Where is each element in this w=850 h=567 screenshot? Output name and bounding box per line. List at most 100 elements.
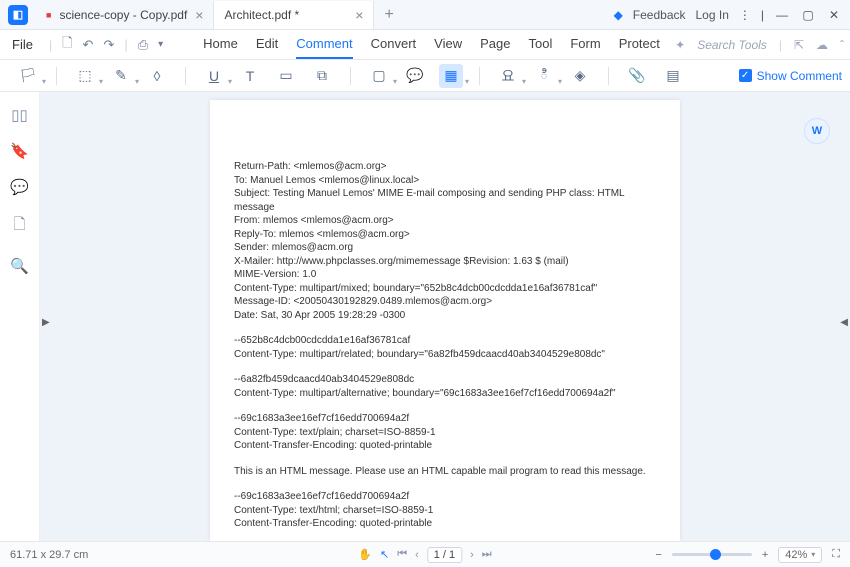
search-panel-icon[interactable]: 🔍: [10, 257, 29, 275]
divider: [185, 67, 186, 85]
document-tab-1[interactable]: ■ science-copy - Copy.pdf ×: [36, 1, 214, 29]
mime-part-2: --6a82fb459dcaacd40ab3404529e808dc Conte…: [234, 373, 656, 400]
close-tab-icon[interactable]: ×: [355, 7, 363, 23]
tab-label: Architect.pdf *: [224, 8, 299, 22]
chevron-down-icon: ▾: [811, 550, 815, 559]
shape-tool[interactable]: ▢▾: [367, 64, 391, 88]
close-tab-icon[interactable]: ×: [195, 7, 203, 23]
show-comment-label: Show Comment: [757, 69, 842, 83]
zoom-value: 42%: [785, 549, 807, 561]
print-icon[interactable]: ⎙: [138, 37, 148, 53]
attachment-tool[interactable]: 📎: [625, 64, 649, 88]
note-tool[interactable]: 🏳▾: [16, 64, 40, 88]
document-tab-2[interactable]: Architect.pdf * ×: [214, 1, 374, 29]
textbox-tool[interactable]: ▭: [274, 64, 298, 88]
tab-edit[interactable]: Edit: [256, 30, 278, 59]
stamp-tool[interactable]: 요▾: [496, 64, 520, 88]
tab-page[interactable]: Page: [480, 30, 510, 59]
feedback-link[interactable]: Feedback: [633, 8, 686, 22]
file-menu[interactable]: File: [6, 37, 39, 52]
fit-page-icon[interactable]: ⛶: [832, 548, 840, 561]
comment-bubble-tool[interactable]: 💬: [403, 64, 427, 88]
divider: [56, 67, 57, 85]
show-comment-toggle[interactable]: ✓ Show Comment: [739, 69, 842, 83]
attachments-panel-icon[interactable]: 🗋: [13, 214, 25, 239]
prev-page-icon[interactable]: ‹: [415, 549, 419, 561]
divider: |: [761, 8, 764, 22]
message-text: This is an HTML message. Please use an H…: [234, 465, 656, 479]
next-page-icon[interactable]: ›: [470, 549, 474, 561]
new-tab-button[interactable]: +: [374, 6, 403, 24]
undo-icon[interactable]: ↶: [83, 37, 94, 53]
mime-part-3: --69c1683a3ee16ef7cf16edd700694a2f Conte…: [234, 412, 656, 453]
email-headers: Return-Path: <mlemos@acm.org> To: Manuel…: [234, 160, 656, 322]
close-window-button[interactable]: ✕: [826, 8, 842, 22]
dropdown-icon[interactable]: ▾: [158, 39, 163, 50]
signature-tool[interactable]: ి▾: [532, 64, 556, 88]
zoom-controls: − + 42% ▾ ⛶: [655, 547, 840, 563]
share-icon[interactable]: ⇱: [794, 38, 804, 52]
bookmarks-icon[interactable]: 🔖: [10, 142, 29, 160]
callout-tool[interactable]: ⧉: [310, 64, 334, 88]
more-icon[interactable]: ⋮: [739, 8, 751, 22]
zoom-out-button[interactable]: −: [655, 549, 661, 561]
page-navigation: ✋ ↖ ⏮ ‹ 1 / 1 › ⏭: [358, 547, 491, 563]
save-icon[interactable]: 🗋: [62, 34, 72, 56]
tab-tool[interactable]: Tool: [528, 30, 552, 59]
minimize-button[interactable]: —: [774, 8, 790, 22]
pdf-file-icon: ■: [46, 10, 51, 20]
title-bar-right: ◆ Feedback Log In ⋮ | — ▢ ✕: [614, 8, 850, 22]
tab-form[interactable]: Form: [570, 30, 600, 59]
last-page-icon[interactable]: ⏭: [482, 548, 492, 561]
search-magic-icon: ✦: [675, 38, 685, 52]
select-tool-icon[interactable]: ↖: [380, 548, 389, 561]
tab-label: science-copy - Copy.pdf: [59, 8, 187, 22]
page-current: 1: [434, 549, 440, 561]
pdf-page: W Return-Path: <mlemos@acm.org> To: Manu…: [210, 100, 680, 541]
underline-tool[interactable]: U▾: [202, 64, 226, 88]
main-menu-tabs: Home Edit Comment Convert View Page Tool…: [203, 30, 660, 59]
zoom-in-button[interactable]: +: [762, 549, 768, 561]
page-area[interactable]: ▶ ◀ W Return-Path: <mlemos@acm.org> To: …: [40, 92, 850, 541]
collapse-left-icon[interactable]: ▶: [42, 317, 50, 328]
tab-convert[interactable]: Convert: [371, 30, 417, 59]
checkbox-icon: ✓: [739, 69, 752, 82]
divider: |: [124, 37, 127, 52]
title-bar: ◧ ■ science-copy - Copy.pdf × Architect.…: [0, 0, 850, 30]
feedback-icon: ◆: [614, 8, 623, 22]
tab-home[interactable]: Home: [203, 30, 238, 59]
menu-left: File | 🗋 ↶ ↷ | ⎙ ▾: [6, 34, 163, 56]
comments-panel-icon[interactable]: 💬: [10, 178, 29, 196]
text-tool[interactable]: T: [238, 64, 262, 88]
tab-view[interactable]: View: [434, 30, 462, 59]
thumbnails-icon[interactable]: ▯▯: [11, 106, 28, 124]
link-tool[interactable]: ▤: [661, 64, 685, 88]
page-number-input[interactable]: 1 / 1: [427, 547, 462, 563]
zoom-slider[interactable]: [672, 553, 752, 556]
mime-part-1: --652b8c4dcb00cdcdda1e16af36781caf Conte…: [234, 334, 656, 361]
search-tools-input[interactable]: Search Tools: [697, 38, 767, 52]
collapse-right-icon[interactable]: ◀: [840, 317, 848, 328]
highlight-tool[interactable]: ⬚▾: [73, 64, 97, 88]
app-logo-icon: ◧: [8, 5, 28, 25]
chevron-up-icon[interactable]: ˆ: [840, 38, 844, 52]
mime-part-4: --69c1683a3ee16ef7cf16edd700694a2f Conte…: [234, 490, 656, 531]
measure-tool[interactable]: ◈: [568, 64, 592, 88]
hand-tool-icon[interactable]: ✋: [358, 548, 372, 561]
login-link[interactable]: Log In: [696, 8, 729, 22]
zoom-level-select[interactable]: 42% ▾: [778, 547, 822, 563]
tab-comment[interactable]: Comment: [296, 30, 352, 59]
maximize-button[interactable]: ▢: [800, 8, 816, 22]
window-controls: — ▢ ✕: [774, 8, 842, 22]
first-page-icon[interactable]: ⏮: [397, 548, 407, 561]
comment-toolbar: 🏳▾ ⬚▾ ✎▾ ◊ U▾ T ▭ ⧉ ▢▾ 💬 ▦▾ 요▾ ి▾ ◈ 📎 ▤ …: [0, 60, 850, 92]
cloud-icon[interactable]: ☁: [816, 38, 828, 52]
quick-actions: 🗋 ↶ ↷ | ⎙ ▾: [62, 34, 163, 56]
pencil-tool[interactable]: ✎▾: [109, 64, 133, 88]
area-highlight-tool[interactable]: ▦▾: [439, 64, 463, 88]
redo-icon[interactable]: ↷: [103, 37, 114, 53]
eraser-tool[interactable]: ◊: [145, 64, 169, 88]
tab-protect[interactable]: Protect: [619, 30, 660, 59]
export-word-icon[interactable]: W: [804, 118, 830, 144]
page-total: 1: [449, 549, 455, 561]
